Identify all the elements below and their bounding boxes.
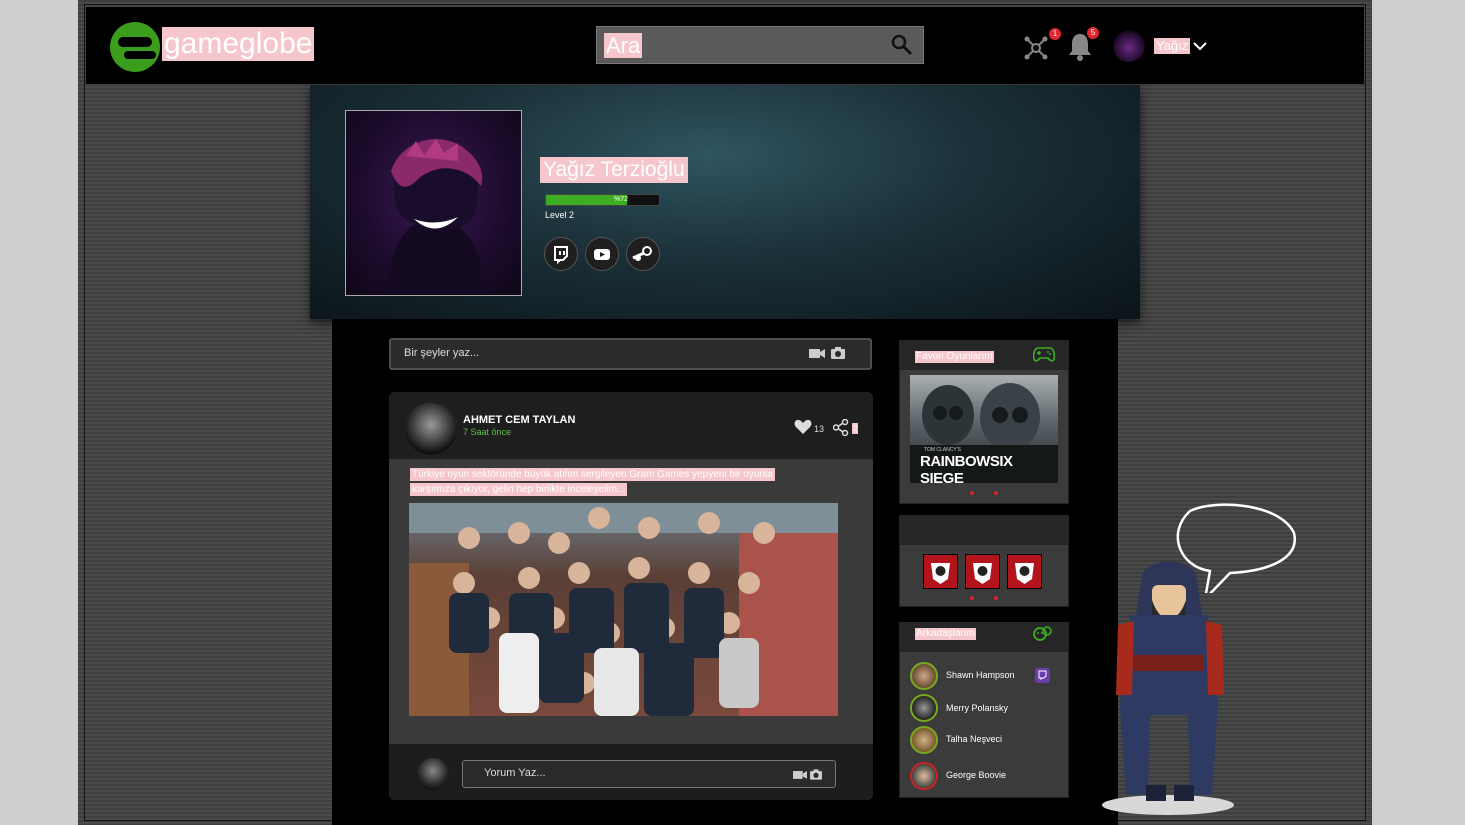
- like-count: 13: [814, 424, 825, 434]
- video-icon[interactable]: [809, 347, 825, 359]
- profile-name: Yağız Terzioğlu: [540, 157, 688, 183]
- search-icon[interactable]: [890, 33, 914, 57]
- gameglobe-logo[interactable]: [110, 22, 160, 72]
- xp-percent-text: %72: [614, 196, 629, 203]
- camera-icon[interactable]: [810, 769, 822, 780]
- composer-placeholder: Bir şeyler yaz...: [404, 347, 480, 359]
- gamepad-icon[interactable]: [1033, 347, 1055, 362]
- friend-avatar[interactable]: [910, 694, 938, 722]
- video-icon[interactable]: [793, 769, 807, 780]
- xp-progress-bar: %72: [545, 194, 660, 206]
- youtube-icon: [594, 249, 610, 260]
- carousel-dot[interactable]: [970, 596, 974, 600]
- game-title: RAINBOWSIX SIEGE: [920, 453, 1013, 483]
- comment-avatar: [417, 758, 449, 790]
- assassin-mascot: [1102, 561, 1234, 815]
- logo-stroke: [118, 37, 152, 47]
- carousel-dot[interactable]: [994, 596, 998, 600]
- friend-name[interactable]: Shawn Hampson: [946, 670, 1015, 680]
- youtube-button[interactable]: [585, 237, 619, 271]
- favorite-games-title: Favori Oyunlarım: [915, 351, 994, 363]
- favorite-game-cover[interactable]: TOM CLANCY'S RAINBOWSIX SIEGE: [910, 375, 1058, 483]
- network-badge: 1: [1049, 28, 1061, 40]
- user-avatar[interactable]: [1113, 30, 1145, 62]
- post-author-avatar[interactable]: [404, 402, 458, 456]
- level-label: Level 2: [545, 210, 575, 220]
- heart-icon[interactable]: [794, 419, 812, 435]
- search-placeholder: Ara: [604, 33, 643, 58]
- profile-picture[interactable]: [345, 110, 522, 296]
- search-input[interactable]: [596, 26, 924, 64]
- friends-icon[interactable]: [1032, 626, 1052, 643]
- post-text-line: karşımıza çıkıyor, gelin hep birlikte in…: [410, 483, 628, 496]
- twitch-button[interactable]: [544, 237, 578, 271]
- steam-icon: [632, 246, 652, 261]
- twitch-icon: [554, 246, 568, 265]
- network-icon[interactable]: [1023, 35, 1049, 61]
- team-crest[interactable]: [923, 554, 958, 589]
- friends-title: Arkadaşlarım: [915, 628, 976, 640]
- steam-button[interactable]: [626, 237, 660, 271]
- carousel-dot[interactable]: [994, 491, 998, 495]
- comment-placeholder: Yorum Yaz...: [484, 767, 546, 779]
- team-crest[interactable]: [965, 554, 1000, 589]
- carousel-dot[interactable]: [970, 491, 974, 495]
- friend-name[interactable]: Merry Polansky: [946, 703, 1008, 713]
- friend-avatar[interactable]: [910, 662, 938, 690]
- post-text-line: Türkiye oyun sektöründe büyük atılım ser…: [410, 468, 775, 481]
- friend-name[interactable]: Talha Neşveci: [946, 734, 1002, 744]
- post-timestamp: 7 Saat önce: [463, 427, 512, 437]
- post-image[interactable]: [409, 503, 838, 716]
- logo-stroke: [124, 51, 156, 59]
- teams-header: [899, 515, 1069, 545]
- post-text: Türkiye oyun sektöründe büyük atılım ser…: [410, 467, 830, 497]
- friend-avatar[interactable]: [910, 726, 938, 754]
- team-crest[interactable]: [1007, 554, 1042, 589]
- camera-icon[interactable]: [831, 347, 845, 359]
- brand-name[interactable]: gameglobe: [162, 27, 315, 61]
- friend-name[interactable]: George Boovie: [946, 770, 1006, 780]
- chevron-down-icon[interactable]: [1192, 38, 1208, 54]
- twitch-icon[interactable]: [1035, 668, 1050, 683]
- share-icon[interactable]: [833, 419, 849, 436]
- post-author-name[interactable]: AHMET CEM TAYLAN: [463, 414, 575, 426]
- notifications-badge: 5: [1087, 27, 1099, 39]
- friend-avatar[interactable]: [910, 762, 938, 790]
- username-label[interactable]: Yağız: [1154, 38, 1191, 54]
- share-count: 2: [852, 423, 859, 434]
